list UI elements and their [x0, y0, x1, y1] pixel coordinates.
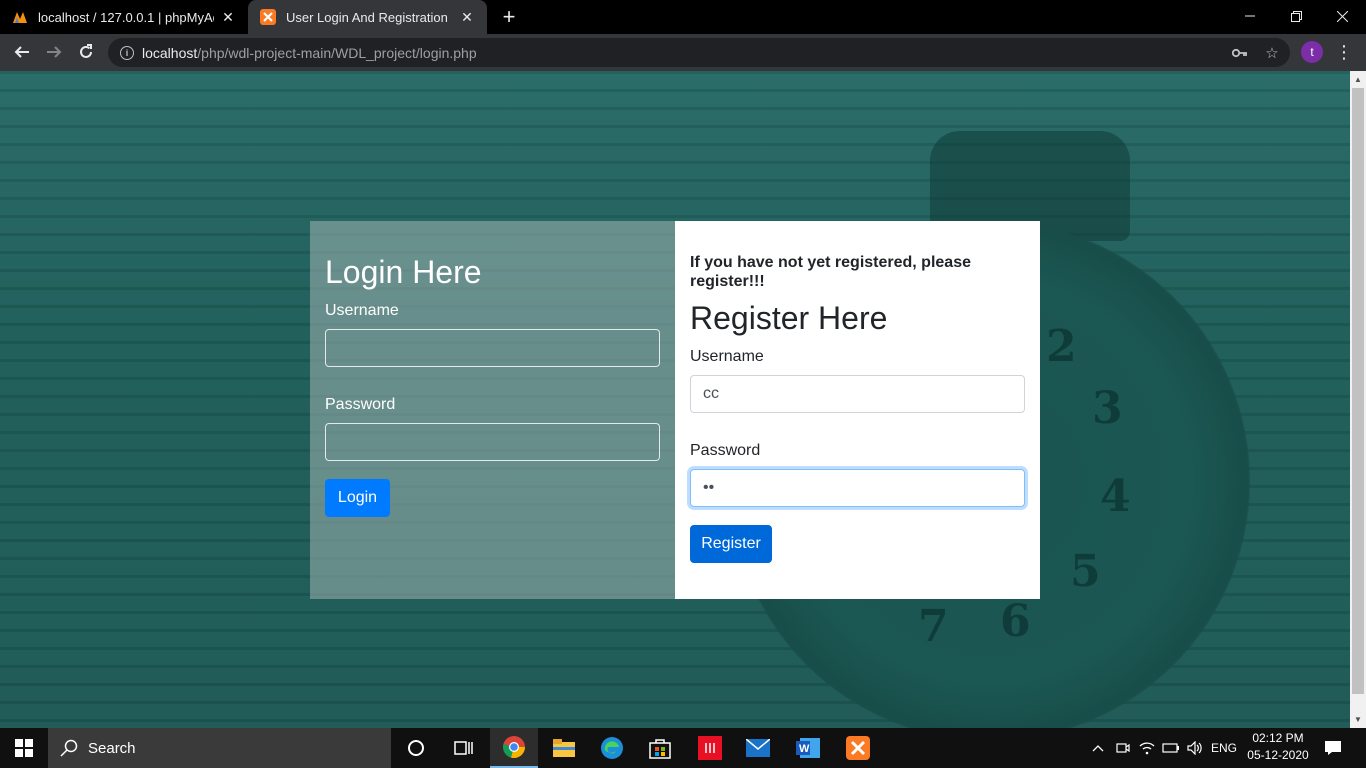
register-username-input[interactable]: cc: [690, 375, 1025, 413]
edge-icon[interactable]: [588, 728, 636, 768]
login-button[interactable]: Login: [325, 479, 390, 517]
restore-icon[interactable]: [1273, 0, 1319, 32]
tab-phpmyadmin[interactable]: localhost / 127.0.0.1 | phpMyAdm ✕: [0, 0, 248, 34]
tab-user-login[interactable]: User Login And Registration ✕: [248, 0, 487, 34]
scroll-up-arrow-icon[interactable]: ▲: [1350, 71, 1366, 87]
clock-numeral-decoration: 6: [1000, 596, 1031, 647]
forward-arrow-icon[interactable]: [40, 38, 68, 66]
wifi-icon[interactable]: [1136, 728, 1158, 768]
register-heading: Register Here: [690, 300, 888, 336]
bookmark-star-icon[interactable]: ☆: [1260, 38, 1284, 67]
notifications-icon[interactable]: [1318, 728, 1348, 768]
file-explorer-icon[interactable]: [540, 728, 588, 768]
register-password-label: Password: [690, 442, 761, 459]
close-tab-icon[interactable]: ✕: [459, 9, 475, 25]
register-password-input[interactable]: ••: [690, 469, 1025, 507]
close-tab-icon[interactable]: ✕: [220, 9, 236, 25]
address-bar[interactable]: i localhost/php/wdl-project-main/WDL_pro…: [108, 38, 1290, 67]
xampp-icon: [260, 9, 276, 25]
taskbar-search-placeholder: Search: [88, 739, 136, 757]
close-window-icon[interactable]: [1319, 0, 1365, 32]
clock-numeral-decoration: 4: [1100, 471, 1131, 522]
register-button[interactable]: Register: [690, 525, 772, 563]
word-icon[interactable]: W: [784, 728, 832, 768]
scroll-down-arrow-icon[interactable]: ▼: [1350, 711, 1366, 727]
clock-numeral-decoration: 2: [1046, 321, 1077, 372]
clock-numeral-decoration: 5: [1070, 546, 1101, 597]
profile-avatar[interactable]: t: [1301, 41, 1323, 63]
clock-numeral-decoration: 3: [1092, 383, 1123, 434]
back-arrow-icon[interactable]: [8, 38, 36, 66]
svg-text:W: W: [799, 743, 810, 755]
xampp-taskbar-icon[interactable]: [834, 728, 882, 768]
clock-numeral-decoration: 7: [918, 601, 949, 652]
clock-date: 05-12-2020: [1247, 748, 1309, 762]
tab-title: User Login And Registration: [286, 9, 448, 25]
volume-icon[interactable]: [1184, 728, 1206, 768]
url-text: localhost/php/wdl-project-main/WDL_proje…: [142, 44, 477, 61]
phpmyadmin-icon: [12, 9, 28, 25]
tab-title: localhost / 127.0.0.1 | phpMyAdm: [38, 9, 214, 25]
login-panel: Login Here Username Password Login: [310, 221, 675, 599]
clock-time: 02:12 PM: [1252, 731, 1304, 745]
login-username-input[interactable]: [325, 329, 660, 367]
login-password-input[interactable]: [325, 423, 660, 461]
register-panel: If you have not yet registered, please r…: [675, 221, 1040, 599]
show-hidden-icons-chevron-icon[interactable]: [1088, 728, 1108, 768]
minimize-icon[interactable]: [1227, 0, 1273, 32]
new-tab-plus-icon[interactable]: +: [497, 4, 521, 29]
login-heading: Login Here: [325, 254, 482, 290]
meet-now-icon[interactable]: [1112, 728, 1134, 768]
windows-start-icon[interactable]: [0, 728, 48, 768]
cortana-icon[interactable]: [392, 728, 440, 768]
language-indicator[interactable]: ENG: [1208, 728, 1240, 768]
browser-toolbar: i localhost/php/wdl-project-main/WDL_pro…: [0, 34, 1366, 71]
login-username-label: Username: [325, 302, 399, 319]
red-app-icon[interactable]: [686, 728, 734, 768]
taskbar-clock[interactable]: 02:12 PM 05-12-2020: [1246, 730, 1310, 766]
auth-card: Login Here Username Password Login If yo…: [310, 221, 1040, 599]
battery-icon[interactable]: [1160, 728, 1182, 768]
windows-taskbar: Search W ENG 02:12 PM 05-12-2020: [0, 728, 1366, 768]
reload-icon[interactable]: [72, 38, 100, 66]
tab-strip: localhost / 127.0.0.1 | phpMyAdm ✕ User …: [0, 0, 1366, 34]
mail-icon[interactable]: [734, 728, 782, 768]
browser-menu-icon[interactable]: ⋮: [1334, 40, 1354, 64]
task-view-icon[interactable]: [440, 728, 488, 768]
site-info-icon[interactable]: i: [120, 45, 134, 60]
register-prompt-text: If you have not yet registered, please r…: [690, 254, 971, 290]
search-icon: [60, 739, 78, 757]
chrome-taskbar-icon[interactable]: [490, 728, 538, 768]
scrollbar-thumb[interactable]: [1352, 88, 1364, 694]
key-icon[interactable]: [1228, 38, 1252, 67]
store-icon[interactable]: [636, 728, 684, 768]
register-username-label: Username: [690, 348, 764, 365]
login-password-label: Password: [325, 396, 396, 413]
taskbar-search-box[interactable]: Search: [48, 728, 391, 768]
